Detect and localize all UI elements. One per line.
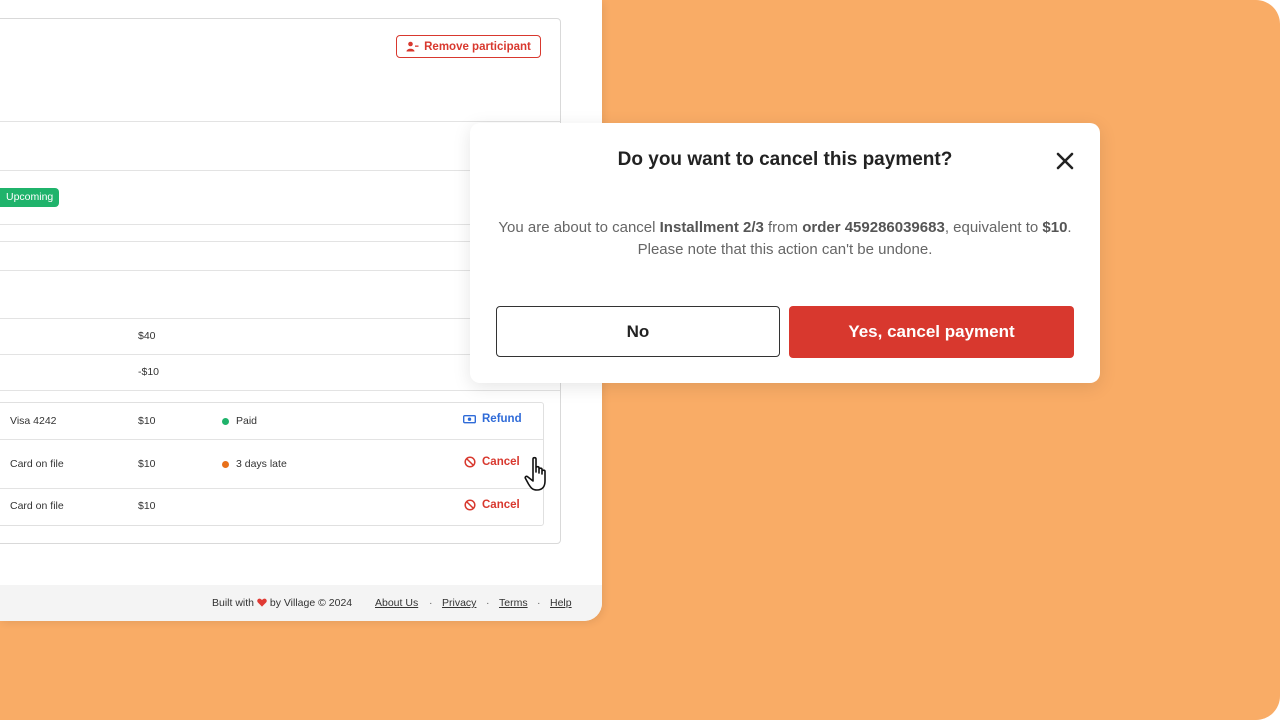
remove-participant-button[interactable]: Remove participant (396, 35, 541, 58)
payment-amount: $10 (138, 500, 156, 512)
message-text: from (763, 219, 803, 236)
close-icon[interactable] (1054, 150, 1076, 172)
divider (0, 439, 543, 440)
payment-method: Visa 4242 (10, 415, 57, 427)
payment-status: 3 days late (236, 458, 287, 470)
cancel-button[interactable]: Cancel (464, 499, 520, 511)
installment-label: Installment 2/3 (659, 219, 764, 236)
footer-separator: · (486, 597, 490, 609)
ban-icon (464, 456, 476, 468)
message-text: , equivalent to (944, 219, 1043, 236)
payment-amount: $10 (138, 458, 156, 470)
refund-label: Refund (482, 413, 522, 425)
heart-icon (257, 598, 267, 607)
footer-link-terms[interactable]: Terms (499, 597, 528, 609)
cancel-label: Cancel (482, 456, 520, 468)
cancel-button[interactable]: Cancel (464, 456, 520, 468)
divider (0, 488, 543, 489)
status-dot (222, 461, 229, 468)
message-text: You are about to cancel (498, 219, 660, 236)
remove-participant-label: Remove participant (424, 40, 531, 53)
refund-icon (463, 415, 476, 424)
built-with-text: Built with by Village © 2024 (212, 597, 352, 609)
payment-amount: $10 (1042, 219, 1068, 236)
no-button[interactable]: No (496, 306, 780, 357)
footer-link-privacy[interactable]: Privacy (442, 597, 476, 609)
footer-link-about[interactable]: About Us (375, 597, 418, 609)
footer-separator: · (537, 597, 541, 609)
payment-method: Card on file (10, 458, 64, 470)
hand-pointer-icon (524, 456, 546, 491)
footer: Built with by Village © 2024 About Us · … (0, 585, 602, 621)
payment-status: Paid (236, 415, 258, 427)
footer-separator: · (429, 597, 433, 609)
payment-amount: $10 (138, 415, 156, 427)
dialog-message: You are about to cancel Installment 2/3 … (494, 217, 1076, 261)
built-with-suffix: by Village © 2024 (269, 597, 353, 609)
cancel-payment-dialog: Do you want to cancel this payment? You … (470, 123, 1100, 383)
divider (0, 390, 560, 391)
divider (0, 121, 560, 122)
summary-total: $40 (138, 330, 156, 342)
footer-link-help[interactable]: Help (550, 597, 572, 609)
summary-discount: -$10 (138, 366, 160, 378)
cancel-label: Cancel (482, 499, 520, 511)
dialog-title: Do you want to cancel this payment? (617, 149, 953, 170)
status-dot (222, 418, 229, 425)
confirm-cancel-button[interactable]: Yes, cancel payment (789, 306, 1074, 358)
built-with-prefix: Built with (212, 597, 255, 609)
payment-method: Card on file (10, 500, 64, 512)
status-badge: Upcoming (0, 188, 60, 207)
order-number: order 459286039683 (802, 219, 945, 236)
ban-icon (464, 499, 476, 511)
remove-user-icon (406, 41, 419, 52)
refund-button[interactable]: Refund (463, 413, 522, 425)
